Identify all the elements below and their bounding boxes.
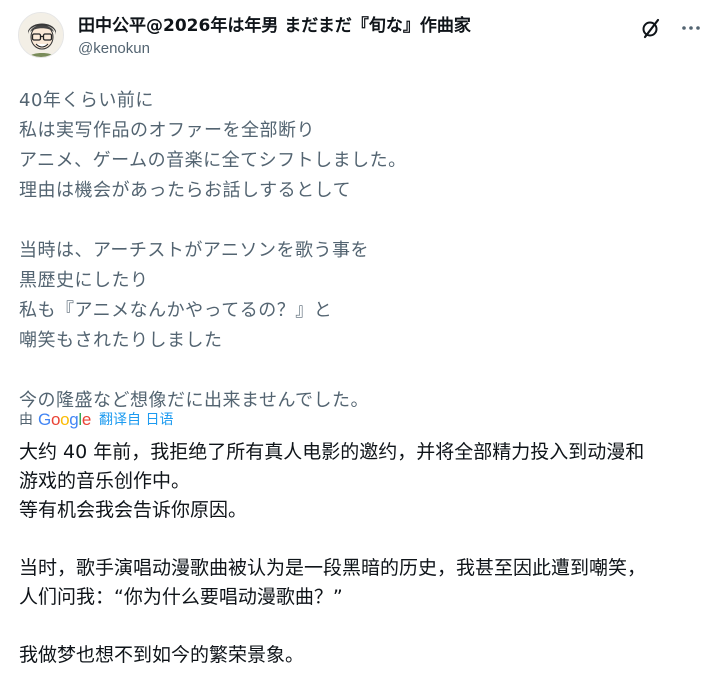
original-post-text: 40年くらい前に 私は実写作品のオファーを全部断り アニメ、ゲームの音楽に全てシ… [19, 86, 699, 416]
more-horizontal-icon[interactable] [679, 16, 703, 40]
user-block: 田中公平@2026年は年男 まだまだ『旬な』作曲家 @kenokun [78, 14, 471, 59]
original-line: 私も『アニメなんかやってるの？』と [19, 300, 333, 321]
original-line: 嘲笑もされたりしました [19, 330, 223, 351]
avatar-illustration-icon [19, 13, 63, 57]
post: 田中公平@2026年は年男 まだまだ『旬な』作曲家 @kenokun 40年くら… [0, 0, 719, 685]
original-line: 当時は、アーチストがアニソンを歌う事を [19, 240, 370, 261]
author-display-name[interactable]: 田中公平@2026年は年男 まだまだ『旬な』作曲家 [78, 14, 471, 38]
google-logo: Google [38, 410, 92, 429]
original-line: アニメ、ゲームの音楽に全てシフトしました。 [19, 150, 407, 171]
translated-line: 游戏的音乐创作中。 [19, 470, 191, 492]
author-handle[interactable]: @kenokun [78, 39, 471, 59]
original-line: 私は実写作品のオファーを全部断り [19, 120, 315, 141]
translated-post-text: 大约 40 年前，我拒绝了所有真人电影的邀约，并将全部精力投入到动漫和 游戏的音… [19, 438, 709, 670]
translated-line: 大约 40 年前，我拒绝了所有真人电影的邀约，并将全部精力投入到动漫和 [19, 441, 645, 463]
translated-line: 等有机会我会告诉你原因。 [19, 499, 248, 521]
translation-attribution: 由 Google 翻译自 日语 [19, 410, 174, 430]
translated-from-link[interactable]: 翻译自 日语 [99, 410, 173, 430]
original-line: 40年くらい前に [19, 90, 154, 111]
translated-line: 人们问我：“你为什么要唱动漫歌曲？” [19, 586, 343, 608]
translated-line: 我做梦也想不到如今的繁荣景象。 [19, 644, 305, 666]
original-line: 黒歴史にしたり [19, 270, 149, 291]
avatar[interactable] [18, 12, 64, 58]
translated-by-label: 由 [19, 412, 33, 428]
grok-slash-icon[interactable] [639, 16, 663, 40]
top-actions [639, 16, 703, 40]
original-line: 理由は機会があったらお話しするとして [19, 180, 352, 201]
translated-line: 当时，歌手演唱动漫歌曲被认为是一段黑暗的历史，我甚至因此遭到嘲笑， [19, 557, 647, 579]
